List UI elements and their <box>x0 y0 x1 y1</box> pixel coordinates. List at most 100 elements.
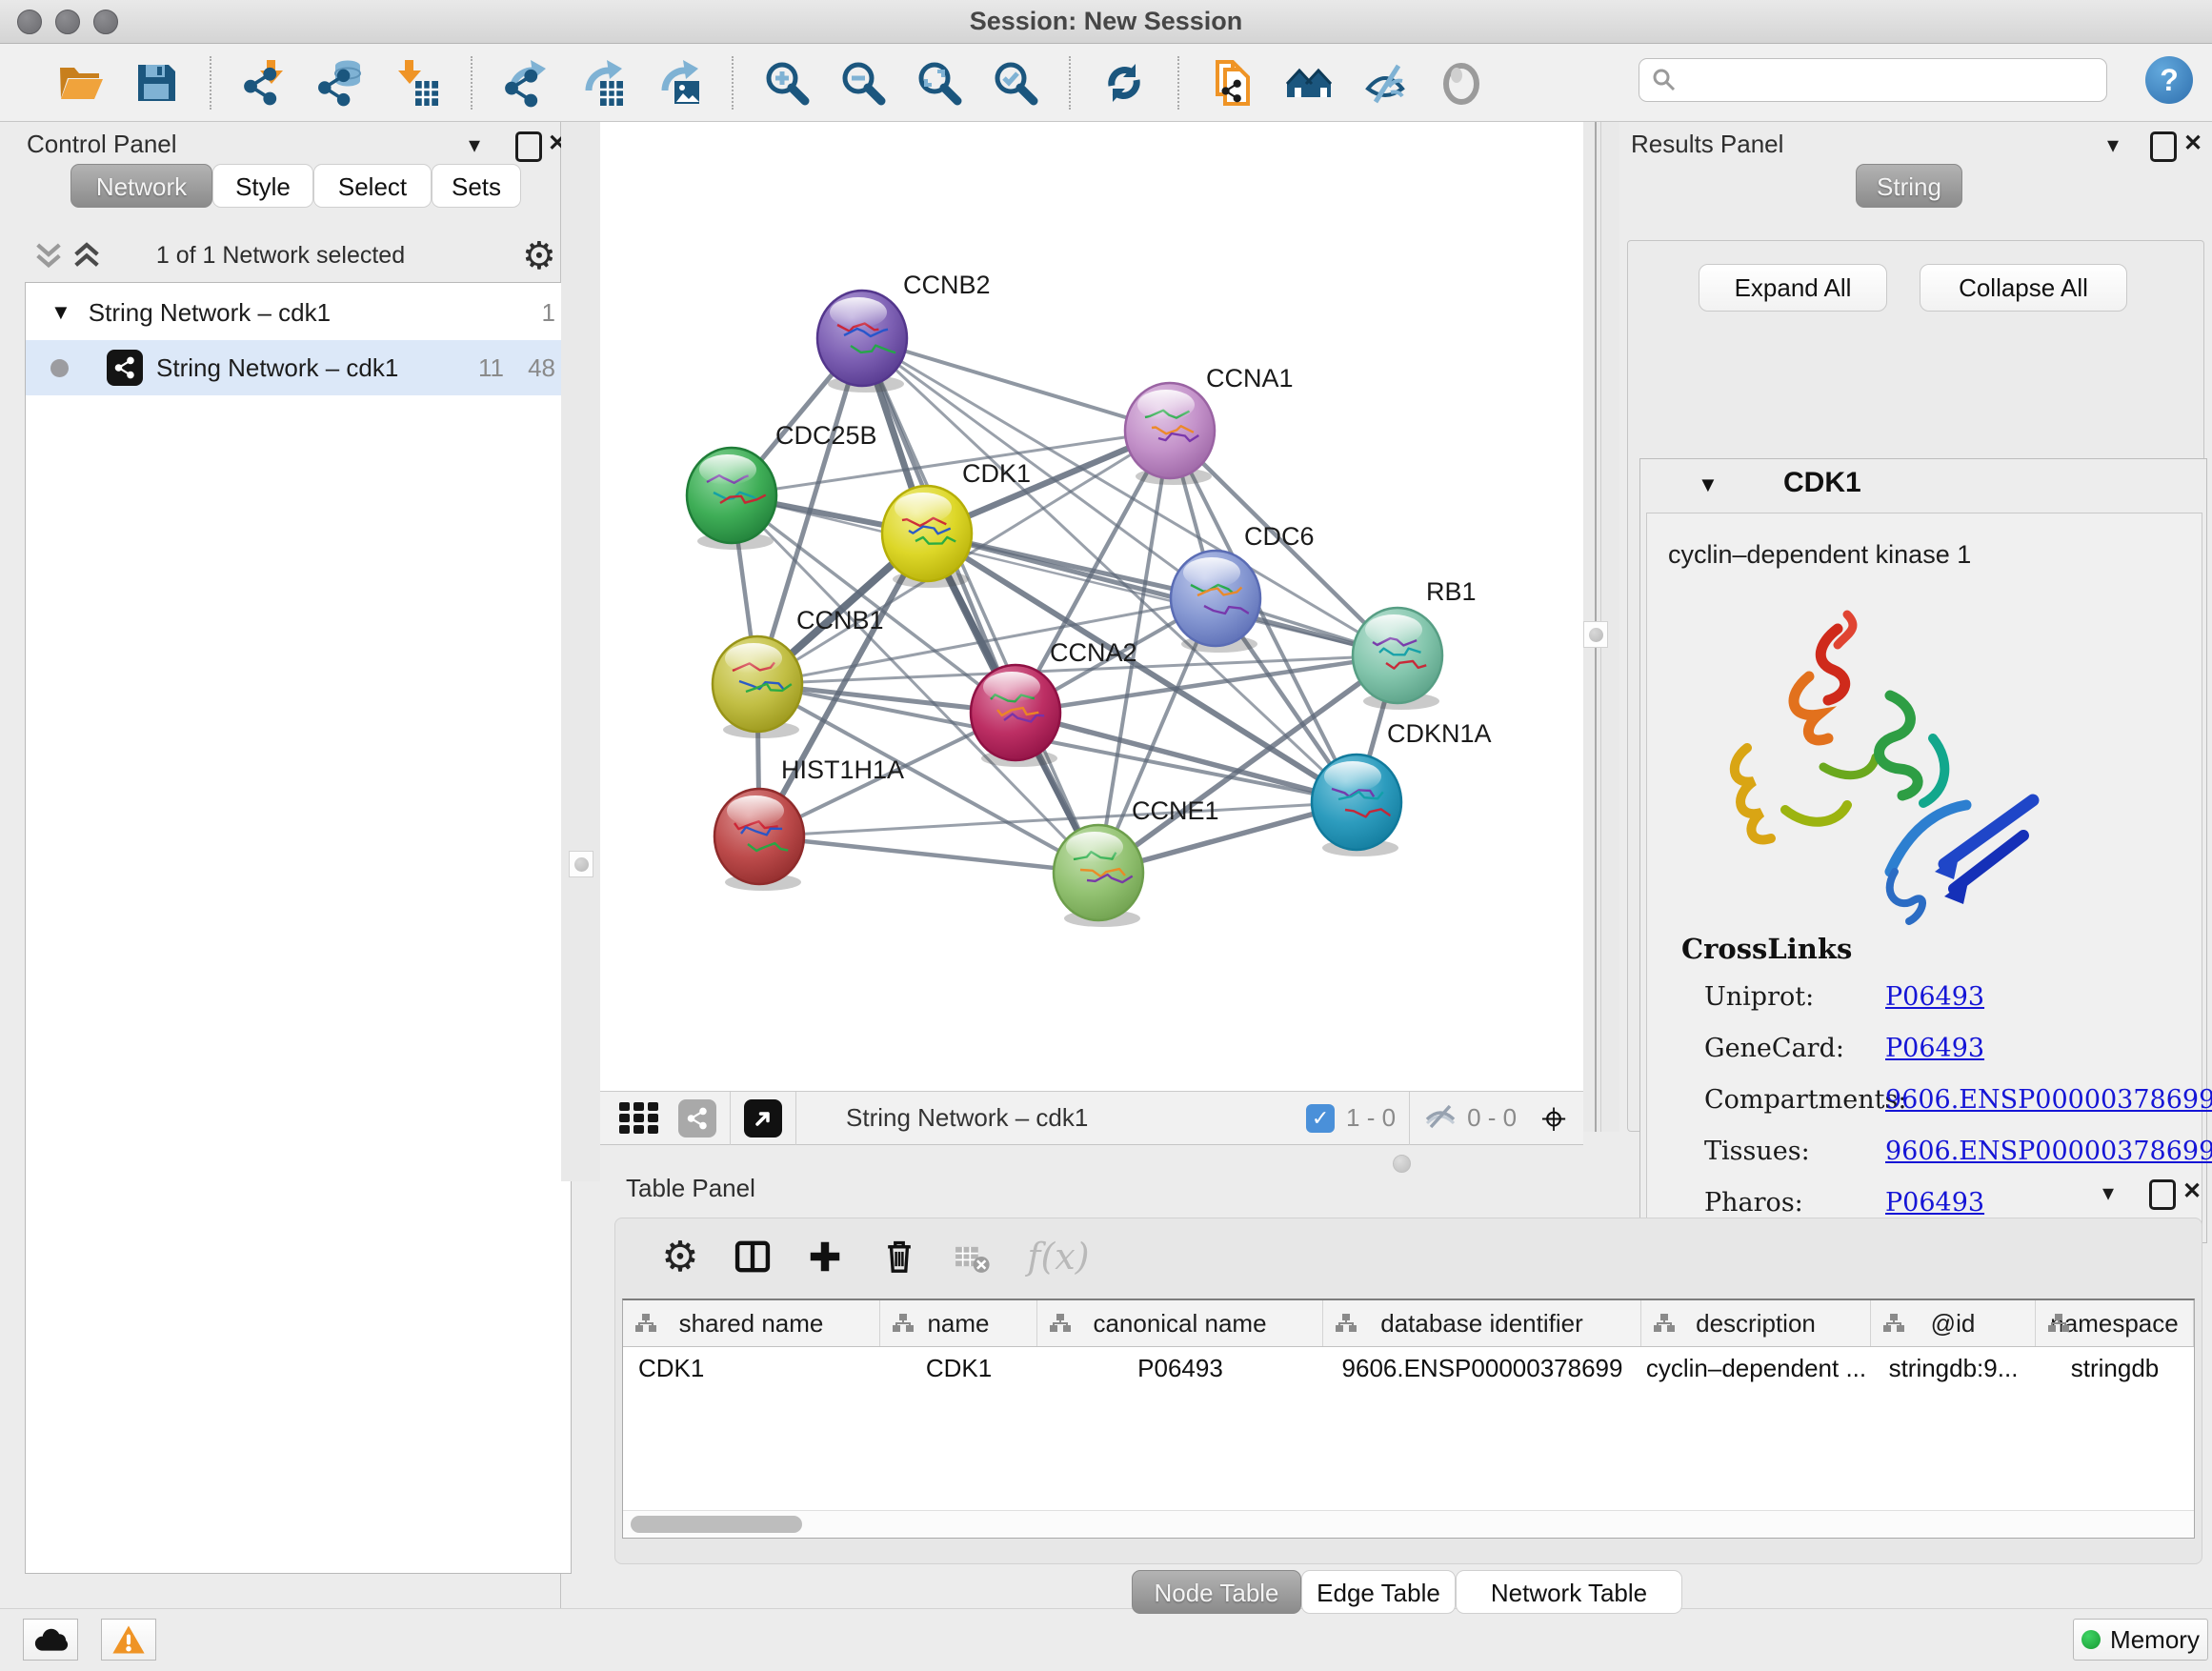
network-collection-row[interactable]: ▼ String Network – cdk1 1 <box>26 285 571 340</box>
zoom-out-icon[interactable] <box>835 55 891 111</box>
crosslink-link[interactable]: 9606.ENSP00000378699 <box>1885 1085 2212 1115</box>
crosslink-link[interactable]: 9606.ENSP00000378699 <box>1885 1137 2212 1166</box>
node-HIST1H1A[interactable] <box>714 789 804 891</box>
hide-detail-icon[interactable] <box>1357 55 1413 111</box>
node-CDC25B[interactable] <box>687 448 776 550</box>
table-cell[interactable]: CDK1 <box>880 1347 1037 1389</box>
tab-node-table[interactable]: Node Table <box>1132 1570 1301 1614</box>
results-close-icon[interactable]: ✕ <box>2183 130 2202 157</box>
node-CDC6[interactable] <box>1171 551 1260 653</box>
tab-style[interactable]: Style <box>212 164 313 208</box>
import-network-icon[interactable] <box>237 55 292 111</box>
column-header-shared-name[interactable]: shared name <box>623 1300 880 1346</box>
delete-table-icon[interactable] <box>947 1232 996 1281</box>
refresh-icon[interactable] <box>1096 55 1152 111</box>
crosslink-link[interactable]: P06493 <box>1885 982 1984 1012</box>
warnings-button[interactable] <box>101 1619 156 1661</box>
zoom-selected-icon[interactable] <box>988 55 1043 111</box>
cdk1-expander-icon[interactable]: ▼ <box>1698 473 1719 497</box>
selected-checkbox-icon[interactable]: ✓ <box>1306 1104 1335 1133</box>
tab-string[interactable]: String <box>1856 164 1962 208</box>
node-label-CCNB1: CCNB1 <box>796 606 884 634</box>
results-float-icon[interactable] <box>2150 131 2177 162</box>
node-CCNB1[interactable] <box>713 636 802 738</box>
node-CCNA2[interactable] <box>971 665 1060 767</box>
tab-edge-table[interactable]: Edge Table <box>1301 1570 1456 1614</box>
show-detail-icon[interactable] <box>1434 55 1489 111</box>
birdseye-view-icon[interactable] <box>744 1099 782 1137</box>
cloud-status-button[interactable] <box>23 1619 78 1661</box>
panel-float-icon[interactable] <box>515 131 542 162</box>
save-session-icon[interactable] <box>129 55 184 111</box>
grid-view-icon[interactable] <box>619 1102 661 1135</box>
results-menu-icon[interactable]: ▾ <box>2107 131 2119 159</box>
node-table[interactable]: shared namenamecanonical namedatabase id… <box>622 1299 2195 1539</box>
tab-network-table[interactable]: Network Table <box>1456 1570 1682 1614</box>
edge-HIST1H1A-CCNE1[interactable] <box>759 836 1098 873</box>
tab-sets[interactable]: Sets <box>432 164 521 208</box>
open-session-icon[interactable] <box>52 55 108 111</box>
left-splitter[interactable] <box>561 122 600 1181</box>
search-input[interactable] <box>1639 58 2107 102</box>
table-cell[interactable]: cyclin–dependent ... <box>1641 1347 1871 1389</box>
network-graph[interactable]: CCNB2CCNA1CDC25BCDK1CDC6RB1CCNB1CCNA2CDK… <box>600 122 1583 1091</box>
import-database-icon[interactable] <box>313 55 369 111</box>
node-CCNE1[interactable] <box>1054 825 1143 927</box>
function-builder-icon[interactable]: f(x) <box>1016 1232 1101 1281</box>
left-splitter-handle[interactable] <box>569 851 593 877</box>
table-cell[interactable]: 9606.ENSP00000378699 <box>1323 1347 1641 1389</box>
zoom-fit-icon[interactable] <box>912 55 967 111</box>
edge-CCNB2-CCNA1[interactable] <box>862 338 1170 431</box>
table-close-icon[interactable]: ✕ <box>2182 1178 2202 1205</box>
table-settings-gear-icon[interactable]: ⚙ <box>655 1232 705 1281</box>
crosshair-icon[interactable]: ⌖ <box>1541 1099 1566 1137</box>
help-button[interactable]: ? <box>2145 56 2193 104</box>
node-CDKN1A[interactable] <box>1312 755 1401 856</box>
add-column-icon[interactable] <box>800 1232 850 1281</box>
edge-CCNB2-CCNE1[interactable] <box>862 338 1098 873</box>
column-header-name[interactable]: name <box>880 1300 1037 1346</box>
string-document-icon[interactable] <box>1205 55 1260 111</box>
export-network-icon[interactable] <box>498 55 553 111</box>
panel-menu-icon[interactable]: ▾ <box>469 131 480 159</box>
table-row[interactable]: CDK1CDK1P064939606.ENSP00000378699cyclin… <box>623 1347 2194 1389</box>
table-cell[interactable]: P06493 <box>1037 1347 1323 1389</box>
crosslink-link[interactable]: P06493 <box>1885 1034 1984 1063</box>
table-cell[interactable]: CDK1 <box>623 1347 880 1389</box>
table-hscrollbar-thumb[interactable] <box>631 1516 802 1533</box>
home-icon[interactable] <box>1281 55 1337 111</box>
collection-expander-icon[interactable]: ▼ <box>50 300 71 325</box>
table-float-icon[interactable] <box>2149 1179 2176 1210</box>
zoom-in-icon[interactable] <box>759 55 814 111</box>
tab-select[interactable]: Select <box>313 164 432 208</box>
column-header-canonical-name[interactable]: canonical name <box>1037 1300 1323 1346</box>
network-options-gear-icon[interactable]: ⚙ <box>522 234 556 278</box>
delete-column-icon[interactable] <box>875 1232 924 1281</box>
table-hscrollbar[interactable] <box>623 1510 2194 1538</box>
network-canvas[interactable]: CCNB2CCNA1CDC25BCDK1CDC6RB1CCNB1CCNA2CDK… <box>600 122 1583 1091</box>
export-image-icon[interactable] <box>651 55 706 111</box>
export-table-icon[interactable] <box>574 55 630 111</box>
column-header-description[interactable]: description <box>1641 1300 1871 1346</box>
expand-all-button[interactable]: Expand All <box>1699 264 1887 312</box>
import-table-icon[interactable] <box>390 55 445 111</box>
memory-button[interactable]: Memory <box>2073 1619 2208 1661</box>
column-header-database-identifier[interactable]: database identifier <box>1323 1300 1641 1346</box>
horizontal-splitter-handle[interactable] <box>1393 1155 1411 1173</box>
tab-network[interactable]: Network <box>70 164 212 208</box>
crosslink-link[interactable]: P06493 <box>1885 1188 1984 1218</box>
edge-CDK1-RB1[interactable] <box>927 534 1398 655</box>
collapse-all-button[interactable]: Collapse All <box>1920 264 2127 312</box>
cloud-icon <box>32 1625 69 1654</box>
network-row-selected[interactable]: String Network – cdk1 11 48 <box>26 340 571 395</box>
table-cell[interactable]: stringdb:9... <box>1871 1347 2036 1389</box>
node-CCNA1[interactable] <box>1125 383 1215 485</box>
column-header--id[interactable]: @id <box>1871 1300 2036 1346</box>
right-splitter-handle[interactable] <box>1583 621 1608 648</box>
show-columns-icon[interactable] <box>728 1232 777 1281</box>
table-cell[interactable]: stringdb <box>2036 1347 2194 1389</box>
column-header-namespace[interactable]: namespace <box>2036 1300 2194 1346</box>
network-view-badge-icon[interactable] <box>678 1099 716 1137</box>
node-RB1[interactable] <box>1353 608 1442 710</box>
table-menu-icon[interactable]: ▾ <box>2102 1179 2114 1207</box>
